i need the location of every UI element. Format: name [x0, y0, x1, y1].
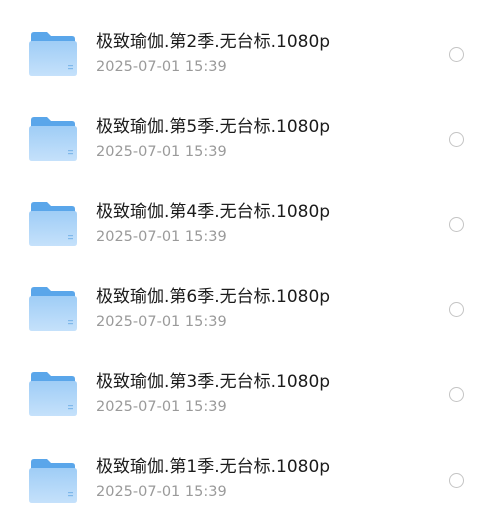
select-radio[interactable]	[449, 132, 464, 147]
file-date: 2025-07-01 15:39	[96, 229, 227, 245]
file-row[interactable]: 极致瑜伽.第1季.无台标.1080p 2025-07-01 15:39	[0, 425, 500, 510]
folder-icon	[29, 202, 77, 246]
file-name: 极致瑜伽.第4季.无台标.1080p	[96, 202, 331, 222]
file-row[interactable]: 极致瑜伽.第6季.无台标.1080p 2025-07-01 15:39	[0, 255, 500, 340]
folder-icon	[29, 117, 77, 161]
file-row[interactable]: 极致瑜伽.第5季.无台标.1080p 2025-07-01 15:39	[0, 85, 500, 170]
file-name: 极致瑜伽.第1季.无台标.1080p	[96, 457, 331, 477]
select-radio[interactable]	[449, 47, 464, 62]
file-date: 2025-07-01 15:39	[96, 314, 227, 330]
file-row[interactable]: 极致瑜伽.第2季.无台标.1080p 2025-07-01 15:39	[0, 0, 500, 85]
file-name: 极致瑜伽.第2季.无台标.1080p	[96, 32, 331, 52]
file-name: 极致瑜伽.第3季.无台标.1080p	[96, 372, 331, 392]
file-date: 2025-07-01 15:39	[96, 484, 227, 500]
file-name: 极致瑜伽.第6季.无台标.1080p	[96, 287, 331, 307]
select-radio[interactable]	[449, 302, 464, 317]
file-name: 极致瑜伽.第5季.无台标.1080p	[96, 117, 331, 137]
file-row[interactable]: 极致瑜伽.第3季.无台标.1080p 2025-07-01 15:39	[0, 340, 500, 425]
file-date: 2025-07-01 15:39	[96, 144, 227, 160]
folder-icon	[29, 32, 77, 76]
select-radio[interactable]	[449, 473, 464, 488]
select-radio[interactable]	[449, 387, 464, 402]
select-radio[interactable]	[449, 217, 464, 232]
file-date: 2025-07-01 15:39	[96, 59, 227, 75]
file-list: 极致瑜伽.第2季.无台标.1080p 2025-07-01 15:39 极致瑜伽…	[0, 0, 500, 531]
folder-icon	[29, 372, 77, 416]
folder-icon	[29, 287, 77, 331]
folder-icon	[29, 459, 77, 503]
file-row[interactable]: 极致瑜伽.第4季.无台标.1080p 2025-07-01 15:39	[0, 170, 500, 255]
file-date: 2025-07-01 15:39	[96, 399, 227, 415]
